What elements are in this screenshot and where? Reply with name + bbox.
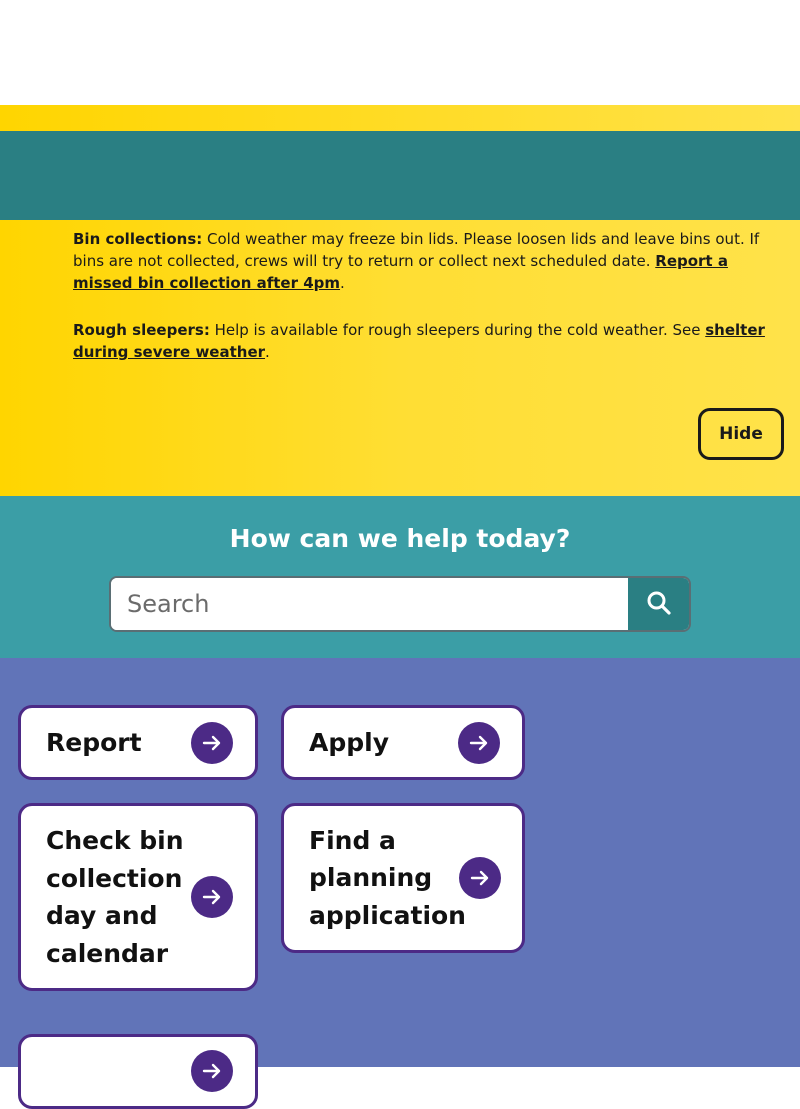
rough-sleepers-title: Rough sleepers: xyxy=(73,321,210,339)
tile-label: Find a planning application xyxy=(309,825,466,930)
tile-label: Report xyxy=(46,727,142,757)
tile-report[interactable]: Report xyxy=(18,705,258,780)
yellow-stripe xyxy=(0,105,800,131)
header-area xyxy=(0,0,800,105)
tile-label: Check bin collection day and calendar xyxy=(46,826,184,968)
bin-end: . xyxy=(340,274,345,292)
rough-end: . xyxy=(265,343,270,361)
tile-apply[interactable]: Apply xyxy=(281,705,525,780)
service-tiles: Report Apply Check bin collection day an… xyxy=(0,658,800,1109)
search-section: How can we help today? xyxy=(0,496,800,658)
arrow-right-icon xyxy=(191,1050,233,1092)
tile-find-planning-application[interactable]: Find a planning application xyxy=(281,803,525,953)
search-input[interactable] xyxy=(111,578,628,630)
weather-alert-banner: Bin collections: Cold weather may freeze… xyxy=(0,220,800,496)
bin-collections-notice: Bin collections: Cold weather may freeze… xyxy=(73,228,773,294)
alert-text: Bin collections: Cold weather may freeze… xyxy=(73,228,773,388)
search-button[interactable] xyxy=(628,578,689,630)
bin-collections-title: Bin collections: xyxy=(73,230,203,248)
teal-banner xyxy=(0,131,800,220)
search-box xyxy=(109,576,691,632)
search-icon xyxy=(646,590,672,619)
search-title: How can we help today? xyxy=(229,524,571,553)
arrow-right-icon xyxy=(191,721,233,764)
arrow-right-icon xyxy=(459,857,501,899)
rough-sleepers-text: Help is available for rough sleepers dur… xyxy=(209,321,706,339)
tile-partial[interactable] xyxy=(18,1034,258,1109)
rough-sleepers-notice: Rough sleepers: Help is available for ro… xyxy=(73,319,773,363)
tile-label: Apply xyxy=(309,727,390,757)
tile-check-bin-collection[interactable]: Check bin collection day and calendar xyxy=(18,803,258,991)
arrow-right-icon xyxy=(191,876,233,918)
hide-button[interactable]: Hide xyxy=(698,408,784,460)
arrow-right-icon xyxy=(458,721,500,764)
